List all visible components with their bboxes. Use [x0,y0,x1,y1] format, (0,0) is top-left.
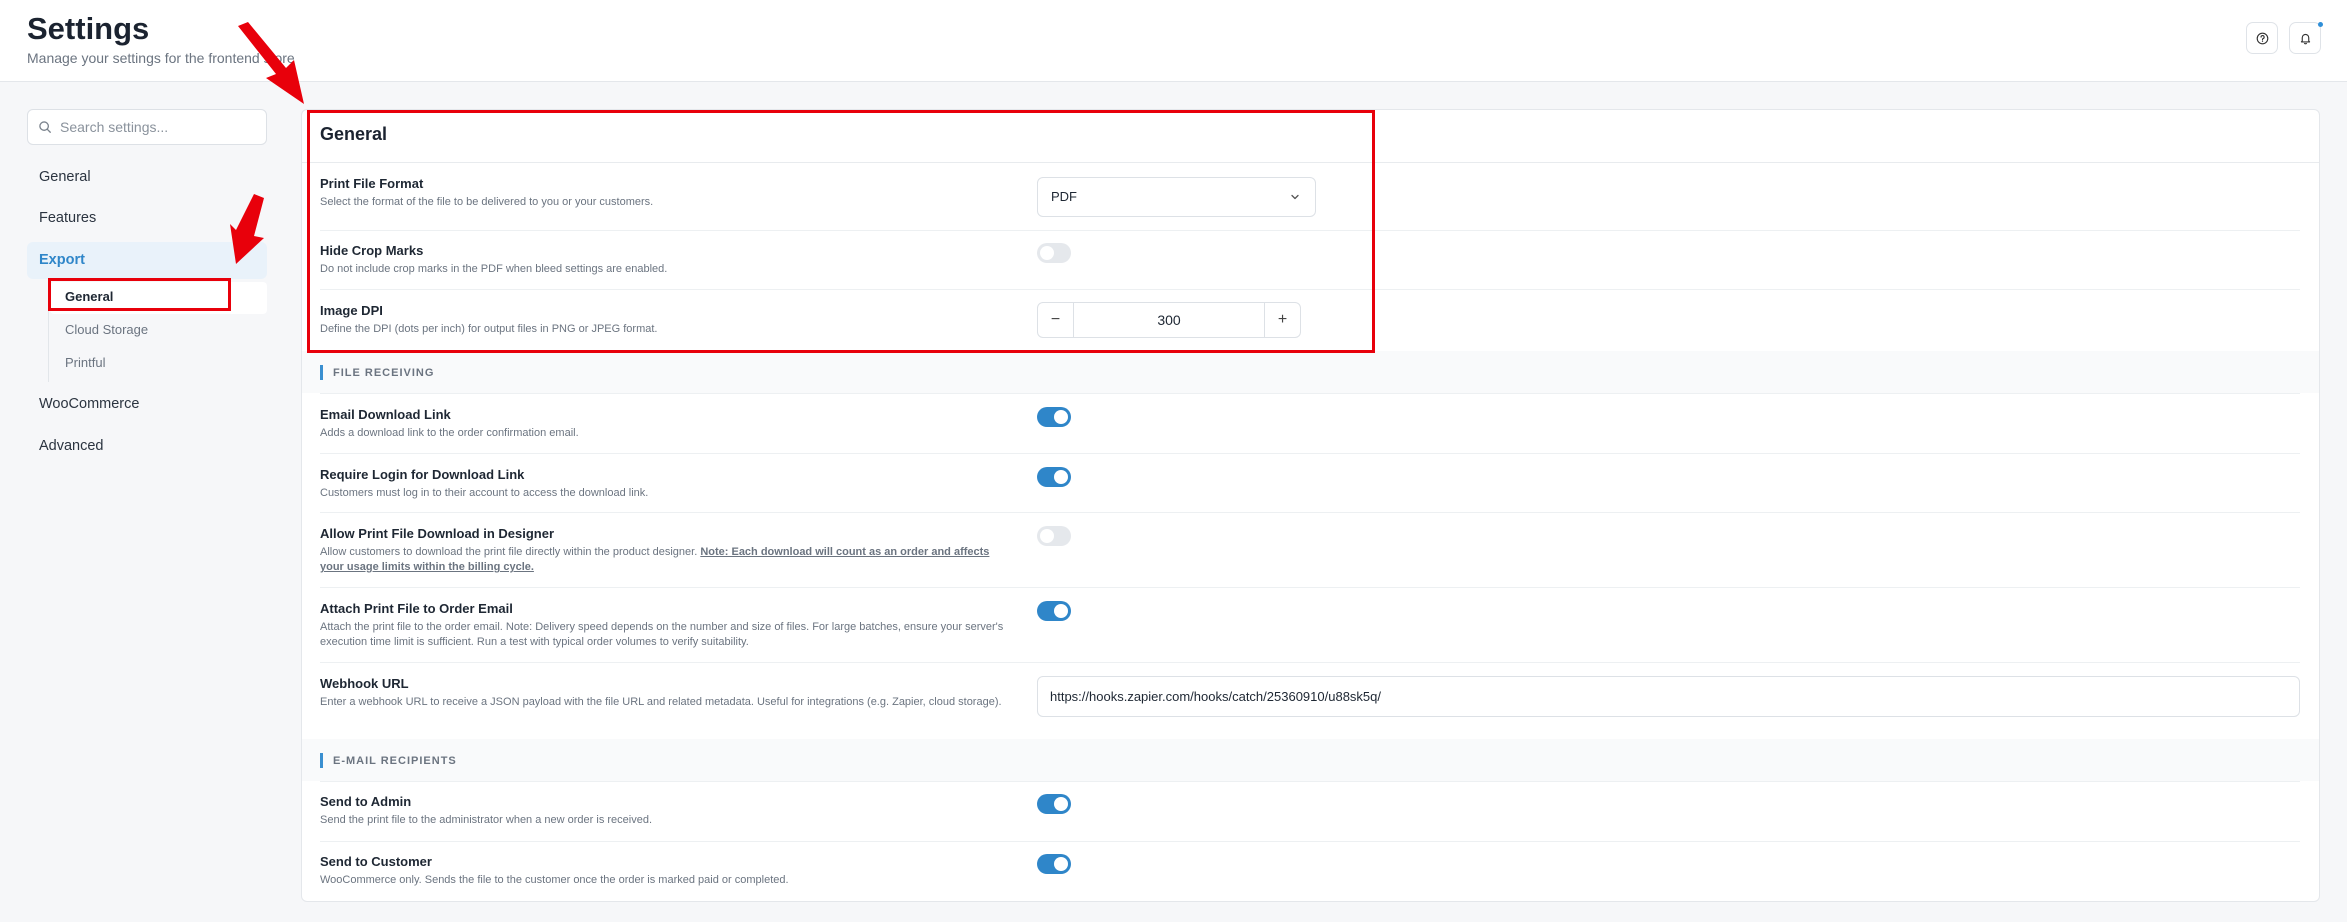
toggle-knob [1040,529,1054,543]
divider [320,512,2300,513]
divider [320,587,2300,588]
notification-dot [2318,22,2323,27]
annotation-highlight-box [48,278,231,311]
search-input[interactable] [60,116,260,138]
require-login-desc: Customers must log in to their account t… [320,487,649,499]
webhook-url-value: https://hooks.zapier.com/hooks/catch/253… [1050,689,1381,704]
annotation-arrow [230,194,264,264]
question-circle-icon [2256,32,2268,44]
require-login-label: Require Login for Download Link [320,467,525,482]
search-box[interactable] [27,109,267,145]
sidebar-item-features[interactable]: Features [39,210,96,226]
annotation-arrow [238,22,304,104]
top-bar [0,0,2347,82]
send-customer-label: Send to Customer [320,854,432,869]
annotation-highlight-box [307,110,1375,353]
email-link-desc: Adds a download link to the order confir… [320,427,579,439]
email-link-label: Email Download Link [320,407,451,422]
webhook-label: Webhook URL [320,676,409,691]
send-admin-desc: Send the print file to the administrator… [320,814,653,826]
toggle-knob [1054,797,1068,811]
allow-download-toggle[interactable] [1037,526,1071,546]
email-link-toggle[interactable] [1037,407,1071,427]
send-customer-desc: WooCommerce only. Sends the file to the … [320,874,789,886]
toggle-knob [1054,410,1068,424]
divider [320,393,2300,394]
sidebar-item-advanced[interactable]: Advanced [39,438,104,454]
divider [320,662,2300,663]
allow-download-desc: Allow customers to download the print fi… [320,545,1010,575]
attach-email-desc: Attach the print file to the order email… [320,621,1004,648]
section-accent [320,753,323,768]
subnav-item-printful[interactable]: Printful [65,355,105,370]
toggle-knob [1054,470,1068,484]
bell-icon [2300,33,2310,44]
sidebar-item-woocommerce[interactable]: WooCommerce [39,396,139,412]
section-header-bg [302,739,2319,781]
divider [320,841,2300,842]
webhook-desc: Enter a webhook URL to receive a JSON pa… [320,696,1002,708]
subnav-item-cloud-storage[interactable]: Cloud Storage [65,322,148,337]
require-login-toggle[interactable] [1037,467,1071,487]
attach-email-label: Attach Print File to Order Email [320,601,513,616]
search-icon [39,121,51,133]
section-title-file-receiving: FILE RECEIVING [333,367,435,379]
sidebar-item-export[interactable]: Export [39,252,85,268]
section-accent [320,365,323,380]
allow-download-label: Allow Print File Download in Designer [320,526,555,541]
webhook-url-input[interactable]: https://hooks.zapier.com/hooks/catch/253… [1037,676,2300,717]
section-header-bg [302,351,2319,393]
attach-email-toggle[interactable] [1037,601,1071,621]
send-customer-toggle[interactable] [1037,854,1071,874]
page-title: Settings [27,11,150,46]
send-admin-label: Send to Admin [320,794,412,809]
help-button[interactable] [2246,22,2278,54]
send-admin-toggle[interactable] [1037,794,1071,814]
toggle-knob [1054,857,1068,871]
divider [320,781,2300,782]
sidebar-item-general[interactable]: General [39,169,91,185]
toggle-knob [1054,604,1068,618]
allow-download-desc-text: Allow customers to download the print fi… [320,546,698,558]
divider [320,453,2300,454]
section-title-email-recipients: E-MAIL RECIPIENTS [333,755,457,767]
notifications-button[interactable] [2289,22,2321,54]
